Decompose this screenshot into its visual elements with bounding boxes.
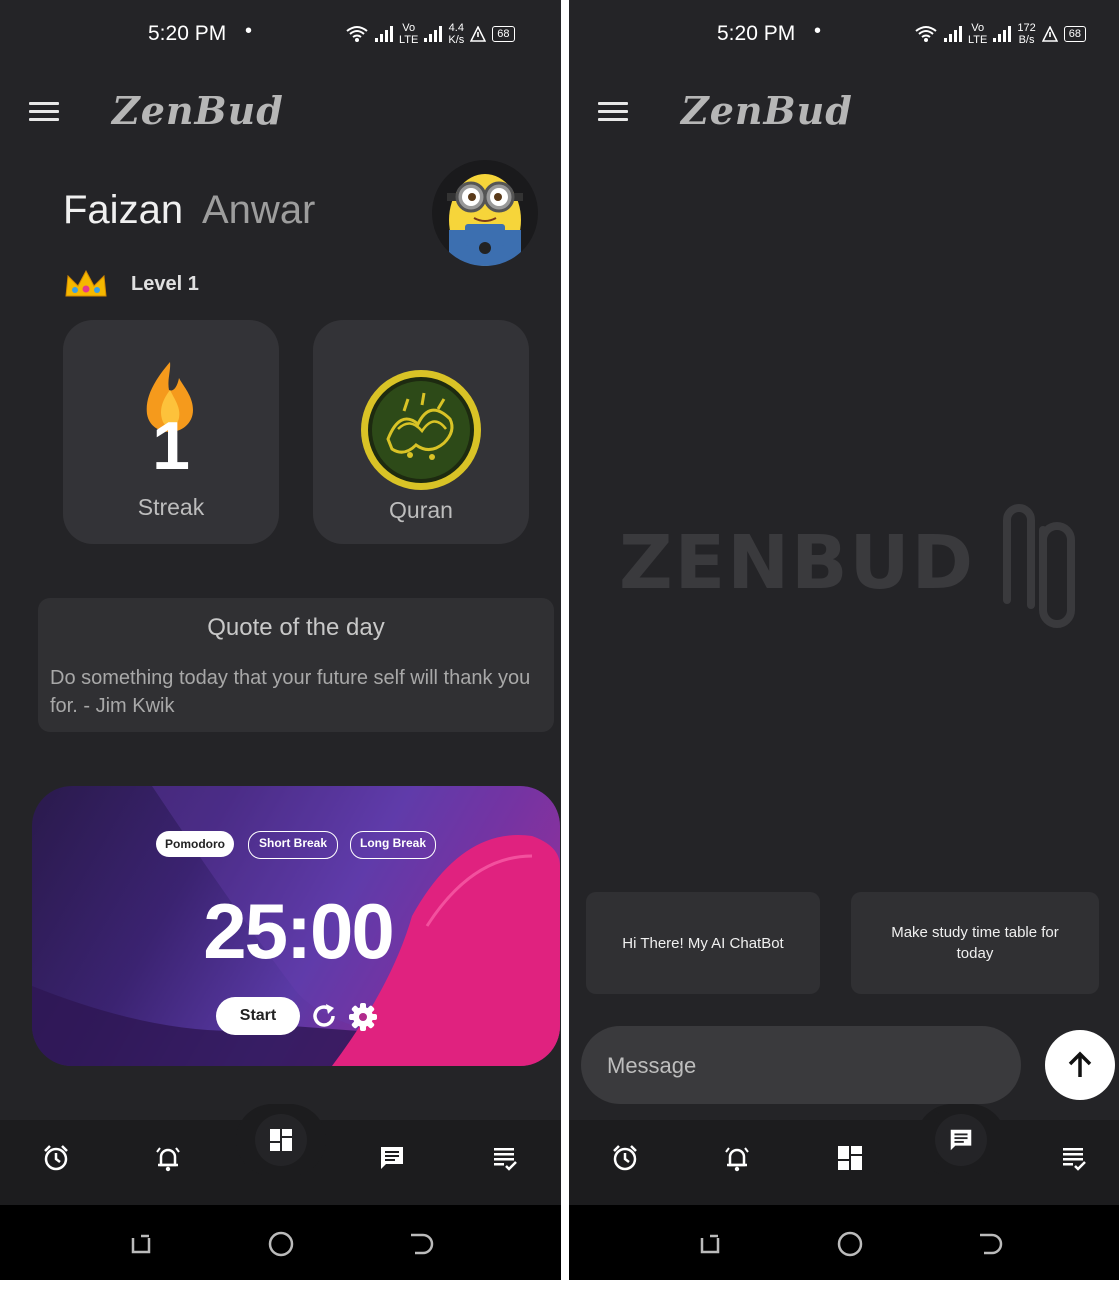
wifi-icon <box>346 26 368 42</box>
system-navigation <box>0 1205 561 1280</box>
quran-icon <box>361 370 481 490</box>
suggestion-chip[interactable]: Hi There! My AI ChatBot <box>586 892 820 994</box>
quote-card: Quote of the day Do something today that… <box>38 598 554 732</box>
quran-label: Quran <box>389 497 453 523</box>
chat-icon[interactable] <box>935 1114 987 1166</box>
paperclip-icon <box>1003 504 1075 628</box>
alarm-icon[interactable] <box>41 1143 71 1173</box>
wifi-icon <box>915 26 937 42</box>
recents-icon[interactable] <box>127 1230 155 1258</box>
suggestion-chip[interactable]: Make study time table for today <box>851 892 1099 994</box>
warning-icon <box>470 26 487 42</box>
chatbot-screen: 5:20 PM • Vo LTE 172 B/s 68 ZenBud ZENBUD … <box>569 0 1119 1280</box>
signal-icon <box>424 26 443 42</box>
streak-count: 1 <box>152 408 190 484</box>
start-button[interactable]: Start <box>216 997 300 1035</box>
bottom-navigation <box>0 1104 561 1205</box>
volte-label: Vo LTE <box>399 22 419 46</box>
pomodoro-timer: Pomodoro Short Break Long Break 25:00 St… <box>32 786 560 1066</box>
chat-icon[interactable] <box>377 1143 407 1173</box>
message-input[interactable] <box>605 1026 1009 1106</box>
alarm-icon[interactable] <box>610 1143 640 1173</box>
volte-label: Vo LTE <box>968 22 988 46</box>
mode-pomodoro[interactable]: Pomodoro <box>156 831 234 857</box>
avatar[interactable] <box>432 160 538 266</box>
app-logo: ZenBud <box>112 88 284 133</box>
battery-icon: 68 <box>1063 26 1086 42</box>
user-level: Level 1 <box>131 273 199 295</box>
crown-icon <box>65 269 107 297</box>
recents-icon[interactable] <box>696 1230 724 1258</box>
quote-text: Do something today that your future self… <box>50 667 531 717</box>
back-icon[interactable] <box>407 1230 435 1258</box>
back-icon[interactable] <box>976 1230 1004 1258</box>
status-time: 5:20 PM <box>717 22 796 45</box>
notification-icon[interactable] <box>722 1143 752 1173</box>
streak-label: Streak <box>137 494 205 520</box>
home-icon[interactable] <box>836 1230 864 1258</box>
signal-icon <box>944 26 962 42</box>
dashboard-screen: 5:20 PM • Vo LTE 4.4 K/s 68 ZenBud Faizan … <box>0 0 561 1280</box>
reset-icon[interactable] <box>310 1002 338 1030</box>
status-dot: • <box>814 20 822 42</box>
notification-icon[interactable] <box>153 1143 183 1173</box>
notes-icon[interactable] <box>1059 1143 1089 1173</box>
quote-title: Quote of the day <box>207 614 385 641</box>
bottom-navigation <box>569 1104 1119 1205</box>
timer-display: 25:00 <box>203 887 395 975</box>
app-logo: ZenBud <box>681 88 853 133</box>
network-speed: 172 B/s <box>1017 22 1036 46</box>
dashboard-icon[interactable] <box>835 1143 865 1173</box>
zenbud-watermark: ZENBUD <box>619 520 976 606</box>
streak-card[interactable]: 1 Streak <box>63 320 279 544</box>
settings-icon[interactable] <box>348 1002 378 1032</box>
network-speed: 4.4 K/s <box>448 22 465 46</box>
quran-card[interactable]: Quran <box>313 320 529 544</box>
signal-icon <box>375 26 393 42</box>
dashboard-icon[interactable] <box>255 1114 307 1166</box>
home-icon[interactable] <box>267 1230 295 1258</box>
status-bar: 5:20 PM • Vo LTE 4.4 K/s 68 <box>0 0 561 70</box>
status-bar: 5:20 PM • Vo LTE 172 B/s 68 <box>569 0 1119 70</box>
system-navigation <box>569 1205 1119 1280</box>
menu-icon[interactable] <box>29 102 59 122</box>
arrow-up-icon <box>1068 1051 1092 1077</box>
status-dot: • <box>245 20 253 42</box>
message-box <box>581 1026 1021 1106</box>
warning-icon <box>1041 26 1058 42</box>
mode-long-break[interactable]: Long Break <box>350 831 436 859</box>
user-first-name: Faizan <box>63 188 184 232</box>
mode-short-break[interactable]: Short Break <box>248 831 338 859</box>
menu-icon[interactable] <box>598 102 628 122</box>
status-icons: Vo LTE 4.4 K/s 68 <box>345 22 515 46</box>
status-time: 5:20 PM <box>148 22 227 45</box>
signal-icon <box>993 26 1012 42</box>
notes-icon[interactable] <box>490 1143 520 1173</box>
status-icons: Vo LTE 172 B/s 68 <box>914 22 1086 46</box>
send-button[interactable] <box>1045 1030 1115 1100</box>
user-last-name: Anwar <box>202 188 316 232</box>
battery-icon: 68 <box>492 26 515 42</box>
